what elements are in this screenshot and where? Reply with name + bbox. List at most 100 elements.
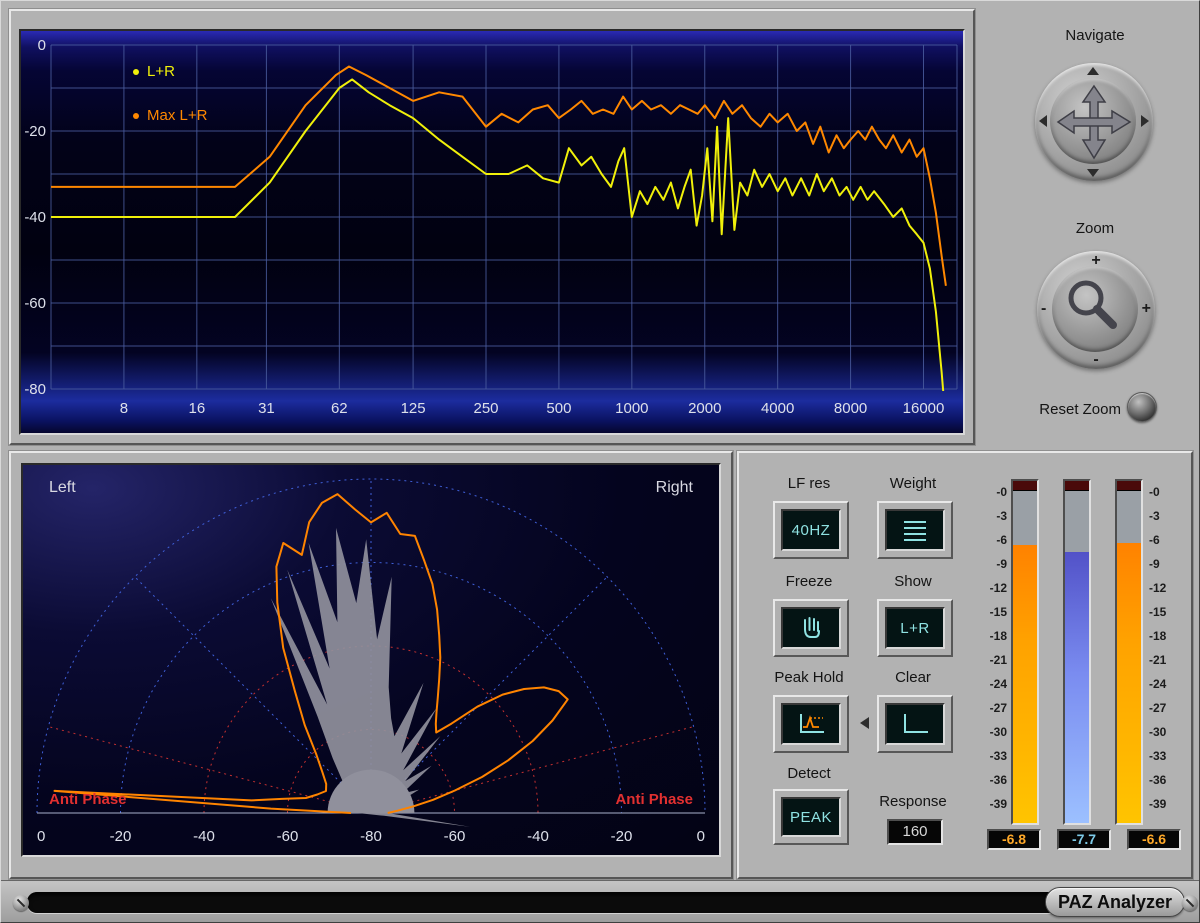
freeze-label: Freeze <box>767 573 851 590</box>
peak-hold-button[interactable] <box>773 695 849 753</box>
zoom-knob[interactable]: + - - + <box>1037 251 1155 369</box>
svg-text:-20: -20 <box>24 123 46 140</box>
series-Max L+R <box>51 67 946 286</box>
meter-scale-tick: -3 <box>979 509 1007 523</box>
spectrum-axis-labels: 0-20-40-60-80816316212525050010002000400… <box>24 37 944 417</box>
left-channel-label: Left <box>49 479 76 497</box>
polar-axis-labels: 0-20-40-60-80-60-40-200 <box>37 828 705 845</box>
navigate-left-arrow-icon[interactable] <box>1039 115 1047 127</box>
detect-label: Detect <box>767 765 851 782</box>
meter-right-peak-cap <box>1117 481 1141 491</box>
svg-text:62: 62 <box>331 400 348 417</box>
meter-scale-tick: -33 <box>979 749 1007 763</box>
navigate-right-arrow-icon[interactable] <box>1141 115 1149 127</box>
meter-scale-right: -0-3-6-9-12-15-18-21-24-27-30-33-36-39 <box>1149 485 1183 811</box>
clear-axes-icon <box>898 711 932 737</box>
svg-text:16: 16 <box>188 400 205 417</box>
magnifier-icon <box>1052 266 1134 348</box>
navigate-dpad[interactable] <box>1035 63 1153 181</box>
svg-text:4000: 4000 <box>761 400 794 417</box>
antiphase-right-label: Anti Phase <box>615 791 693 808</box>
zoom-out-vertical-mark[interactable]: - <box>1037 351 1155 369</box>
meter-left <box>1011 479 1039 825</box>
clear-label: Clear <box>871 669 955 686</box>
show-button[interactable]: L+R <box>877 599 953 657</box>
weight-lines-icon <box>900 517 930 543</box>
zoom-label: Zoom <box>1017 220 1173 237</box>
meter-left-peak-cap <box>1013 481 1037 491</box>
peak-hold-icon <box>794 711 828 737</box>
svg-text:0: 0 <box>38 37 46 54</box>
meter-scale-tick: -36 <box>1149 773 1183 787</box>
meter-scale-tick: -27 <box>979 701 1007 715</box>
lf-res-label: LF res <box>767 475 851 492</box>
meter-scale-tick: -0 <box>979 485 1007 499</box>
meter-scale-tick: -21 <box>1149 653 1183 667</box>
meter-right-well <box>1117 491 1141 823</box>
meter-mid-peak-cap <box>1065 481 1089 491</box>
show-value: L+R <box>885 607 945 649</box>
meter-scale-tick: -24 <box>979 677 1007 691</box>
svg-text:125: 125 <box>401 400 426 417</box>
svg-text:0: 0 <box>37 828 45 845</box>
show-label: Show <box>871 573 955 590</box>
meter-scale-tick: -0 <box>1149 485 1183 499</box>
svg-text:2000: 2000 <box>688 400 721 417</box>
zoom-in-horizontal-mark[interactable]: + <box>1142 300 1151 318</box>
controls-panel: LF res 40HZ Weight Freeze <box>737 451 1193 879</box>
meter-scale-tick: -18 <box>979 629 1007 643</box>
svg-text:8: 8 <box>120 400 128 417</box>
svg-text:-60: -60 <box>24 295 46 312</box>
svg-text:-20: -20 <box>110 828 132 845</box>
freeze-hand-icon <box>795 615 827 641</box>
svg-text:31: 31 <box>258 400 275 417</box>
response-label: Response <box>871 793 955 810</box>
meter-right <box>1115 479 1143 825</box>
legend-dot-lr-icon <box>133 69 139 75</box>
lf-res-button[interactable]: 40HZ <box>773 501 849 559</box>
zoom-out-horizontal-mark[interactable]: - <box>1041 300 1046 318</box>
meter-right-readout: -6.6 <box>1127 829 1181 850</box>
svg-text:-40: -40 <box>24 209 46 226</box>
clear-button[interactable] <box>877 695 953 753</box>
svg-text:-40: -40 <box>527 828 549 845</box>
meter-scale-tick: -15 <box>1149 605 1183 619</box>
svg-text:8000: 8000 <box>834 400 867 417</box>
bottom-bar: PAZ Analyzer <box>1 880 1200 923</box>
stereo-screen: 0-20-40-60-80-60-40-200 Left Right Anti … <box>21 463 721 857</box>
legend-item-lr: L+R <box>133 63 175 80</box>
meter-scale-tick: -39 <box>1149 797 1183 811</box>
meter-scale-tick: -15 <box>979 605 1007 619</box>
legend-label-max-lr: Max L+R <box>147 107 207 124</box>
svg-text:1000: 1000 <box>615 400 648 417</box>
meter-mid-readout: -7.7 <box>1057 829 1111 850</box>
reset-zoom-label: Reset Zoom <box>995 401 1121 418</box>
meter-left-well <box>1013 491 1037 823</box>
zoom-knob-center[interactable] <box>1052 266 1138 352</box>
legend-item-max-lr: Max L+R <box>133 107 207 124</box>
stereo-panel: 0-20-40-60-80-60-40-200 Left Right Anti … <box>9 451 733 879</box>
navigate-label: Navigate <box>1017 27 1173 44</box>
panel-divider-arrow-icon[interactable] <box>860 717 869 729</box>
reset-zoom-button[interactable] <box>1127 392 1157 422</box>
weight-button[interactable] <box>877 501 953 559</box>
legend-dot-max-lr-icon <box>133 113 139 119</box>
navigate-up-arrow-icon[interactable] <box>1087 67 1099 75</box>
screw-icon <box>1182 895 1198 911</box>
spectrum-screen: 0-20-40-60-80816316212525050010002000400… <box>19 29 965 435</box>
meter-scale-left: -0-3-6-9-12-15-18-21-24-27-30-33-36-39 <box>979 485 1007 811</box>
response-display[interactable]: 160 <box>887 819 943 845</box>
navigate-down-arrow-icon[interactable] <box>1087 169 1099 177</box>
meter-scale-tick: -3 <box>1149 509 1183 523</box>
freeze-button[interactable] <box>773 599 849 657</box>
meter-mid-fill <box>1065 552 1089 823</box>
legend-label-lr: L+R <box>147 63 175 80</box>
meter-scale-tick: -24 <box>1149 677 1183 691</box>
meter-scale-tick: -33 <box>1149 749 1183 763</box>
polar-trace <box>55 494 568 813</box>
detect-button[interactable]: PEAK <box>773 789 849 845</box>
zoom-in-vertical-mark[interactable]: + <box>1037 252 1155 270</box>
meter-mid-well <box>1065 491 1089 823</box>
meter-scale-tick: -6 <box>1149 533 1183 547</box>
meter-scale-tick: -21 <box>979 653 1007 667</box>
